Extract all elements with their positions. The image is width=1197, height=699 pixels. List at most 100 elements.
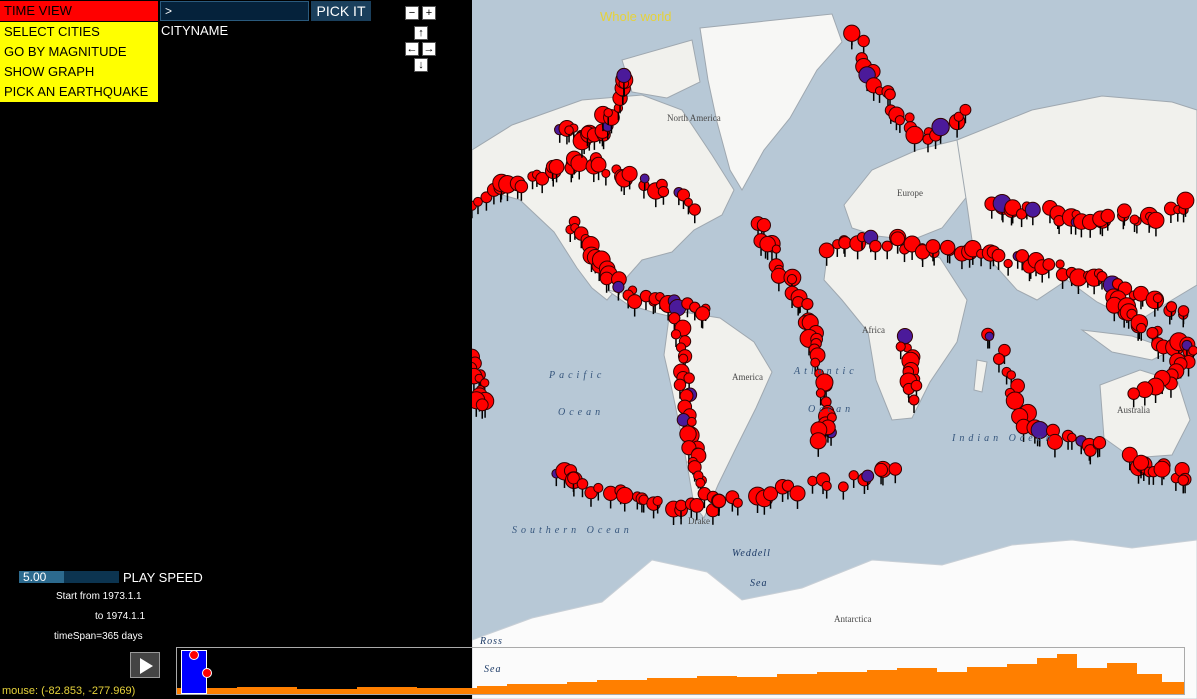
earthquake-marker [1177,305,1190,317]
earthquake-marker [570,154,589,172]
earthquake-marker [616,67,632,84]
earthquake-marker [991,248,1006,263]
label-north-america: North America [667,113,721,123]
cityname-label: CITYNAME [161,23,229,38]
earthquake-marker [1005,391,1025,410]
pan-down-button[interactable]: ↓ [414,58,428,72]
earthquake-marker [1100,208,1115,224]
earthquake-marker [732,497,743,508]
earthquake-marker [1147,211,1165,229]
earthquake-marker [756,217,771,233]
label-ross: Ross [480,636,503,647]
earthquake-marker [548,159,565,175]
earthquake-marker [1116,203,1132,219]
earthquake-marker [1092,436,1107,450]
earthquake-marker [576,478,589,490]
earthquake-marker [603,108,613,118]
earthquake-marker [786,274,798,285]
earthquake-marker [984,331,995,342]
earthquake-marker [599,271,614,286]
earthquake-marker [895,341,906,352]
play-icon [140,658,153,674]
label-drake: Drake [688,516,710,526]
play-button[interactable] [130,652,160,678]
earthquake-marker [959,103,972,116]
label-pacific: Pacific [549,370,606,381]
earthquake-marker [679,425,697,443]
timeline-window[interactable] [181,650,212,694]
earthquake-marker [925,239,941,254]
earthquake-marker [1067,432,1077,443]
earthquake-marker [689,498,705,513]
play-speed-slider[interactable]: 5.00 [19,571,119,583]
earthquake-marker [675,499,687,512]
histogram-graphic [177,654,1184,694]
label-atlantic: Atlantic [794,366,858,377]
earthquake-marker [639,173,650,184]
zoom-in-button[interactable]: + [422,6,436,20]
timeline-start-knob[interactable] [189,650,199,660]
earthquake-marker [888,462,903,476]
earthquake-marker [670,329,682,340]
earthquake-marker [818,242,835,259]
earthquake-marker [673,378,687,392]
earthquake-marker [848,470,859,481]
pan-right-button[interactable]: → [422,42,436,56]
menu-show-graph[interactable]: SHOW GRAPH [0,62,158,82]
earthquake-marker [564,125,574,135]
label-southern-ocean: Southern Ocean [512,525,633,536]
earthquake-marker [801,297,814,311]
zoom-out-button[interactable]: − [405,6,419,20]
earthquake-marker [843,24,861,42]
earthquake-marker [809,432,827,450]
earthquake-marker [884,88,896,101]
earthquake-marker [815,388,826,398]
earthquake-marker [1127,387,1140,400]
earthquake-marker [1146,326,1159,340]
world-map[interactable]: Whole world North America Europe Africa … [472,0,1197,699]
earthquake-marker [683,372,695,384]
earthquake-marker [1188,345,1197,356]
earthquake-marker [1042,258,1056,271]
pick-it-button[interactable]: PICK IT [311,1,371,21]
pan-left-button[interactable]: ← [405,42,419,56]
timeline-histogram[interactable] [176,647,1185,695]
menu-pick-earthquake[interactable]: PICK AN EARTHQUAKE [0,82,158,102]
earthquake-marker [686,416,697,427]
end-date-text: to 1974.1.1 [95,611,146,622]
earthquake-marker [910,379,923,392]
earthquake-marker [627,294,643,310]
label-africa: Africa [862,325,885,335]
earthquake-marker [992,353,1005,366]
earthquake-marker [1177,474,1189,486]
play-speed-value: 5.00 [23,570,47,584]
earthquake-marker [593,482,604,494]
menu-select-cities[interactable]: SELECT CITIES [0,22,158,42]
earthquake-marker [514,179,529,194]
earthquake-marker [837,481,849,493]
map-title: Whole world [600,9,672,24]
earthquake-marker [771,244,781,254]
play-speed-label: PLAY SPEED [123,570,203,585]
search-input[interactable]: > [160,1,309,21]
earthquake-marker [1006,370,1017,380]
menu-go-by-magnitude[interactable]: GO BY MAGNITUDE [0,42,158,62]
earthquake-marker [939,239,956,256]
earthquake-marker [1152,293,1163,304]
earthquake-marker [890,231,906,247]
pan-up-button[interactable]: ↑ [414,26,428,40]
earthquake-marker [904,112,915,123]
earthquake-marker [821,480,832,492]
earthquake-marker [838,236,852,250]
earthquake-layer [472,24,1197,526]
earthquake-marker [931,117,950,137]
earthquake-marker [678,353,689,364]
timeline-end-knob[interactable] [202,668,212,678]
earthquake-marker [894,115,905,126]
label-weddell-sea: Sea [750,578,768,589]
menu-time-view[interactable]: TIME VIEW [0,1,158,21]
earthquake-marker [612,280,625,294]
earthquake-marker [1136,322,1147,334]
label-europe: Europe [897,188,923,198]
earthquake-marker [1176,191,1195,210]
